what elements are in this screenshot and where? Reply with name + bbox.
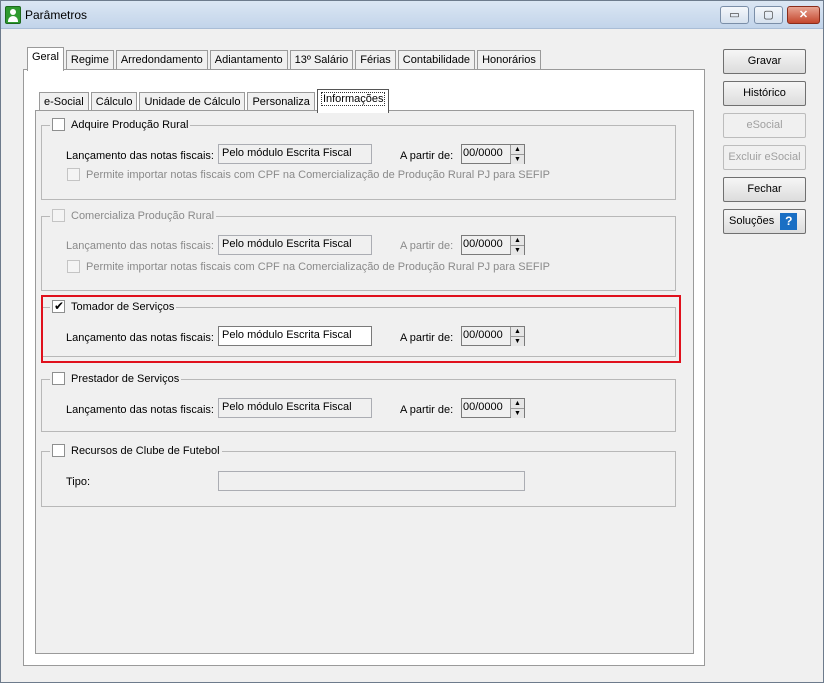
maximize-button[interactable]: ▢: [754, 6, 783, 24]
group-comercializa-title: Comercializa Produção Rural: [50, 209, 217, 222]
comercializa-lancamento-field[interactable]: Pelo módulo Escrita Fiscal: [218, 235, 372, 255]
window-title: Parâmetros: [25, 8, 88, 22]
comercializa-partir-spinner[interactable]: 00/0000 ▲ ▼: [461, 235, 525, 255]
comercializa-permite-row: Permite importar notas fiscais com CPF n…: [67, 260, 550, 273]
spin-up-icon[interactable]: ▲: [511, 145, 524, 154]
tab-regime[interactable]: Regime: [65, 50, 114, 71]
comercializa-producao-checkbox[interactable]: [52, 209, 65, 222]
title-bar: Parâmetros ▭ ▢ ✕: [1, 1, 823, 29]
spin-down-icon[interactable]: ▼: [511, 245, 524, 255]
prestador-partir-label: A partir de:: [400, 404, 454, 416]
prestador-partir-value: 00/0000: [463, 401, 503, 413]
fechar-button[interactable]: Fechar: [723, 177, 806, 202]
tab-honorarios[interactable]: Honorários: [477, 50, 541, 71]
excluir-esocial-button[interactable]: Excluir eSocial: [723, 145, 806, 170]
comercializa-lancamento-label: Lançamento das notas fiscais:: [66, 240, 214, 252]
app-user-icon: [5, 6, 21, 24]
comercializa-permite-label: Permite importar notas fiscais com CPF n…: [86, 260, 551, 273]
clube-tipo-label: Tipo:: [66, 476, 91, 488]
esocial-button[interactable]: eSocial: [723, 113, 806, 138]
adquire-permite-label: Permite importar notas fiscais com CPF n…: [86, 168, 551, 181]
comercializa-partir-value: 00/0000: [463, 238, 503, 250]
adquire-permite-row: Permite importar notas fiscais com CPF n…: [67, 168, 550, 181]
tab-geral[interactable]: Geral: [27, 47, 64, 71]
adquire-partir-spinner[interactable]: 00/0000 ▲ ▼: [461, 144, 525, 164]
clube-tipo-field[interactable]: [218, 471, 525, 491]
adquire-permite-checkbox[interactable]: [67, 168, 80, 181]
adquire-lancamento-field[interactable]: Pelo módulo Escrita Fiscal: [218, 144, 372, 164]
comercializa-producao-label: Comercializa Produção Rural: [71, 209, 215, 222]
prestador-servicos-label: Prestador de Serviços: [71, 372, 180, 385]
group-prestador-title: Prestador de Serviços: [50, 372, 182, 385]
prestador-lancamento-field[interactable]: Pelo módulo Escrita Fiscal: [218, 398, 372, 418]
tab-informacoes[interactable]: Informações: [316, 89, 390, 113]
tab-informacoes-label: Informações: [320, 92, 386, 106]
solucoes-button[interactable]: Soluções?: [723, 209, 806, 234]
highlight-box: [41, 295, 681, 363]
spin-down-icon[interactable]: ▼: [511, 408, 524, 418]
spin-down-icon[interactable]: ▼: [511, 154, 524, 164]
minimize-button[interactable]: ▭: [720, 6, 749, 24]
outer-tabstrip: Geral Regime Arredondamento Adiantamento…: [27, 47, 543, 71]
historico-button[interactable]: Histórico: [723, 81, 806, 106]
adquire-lancamento-label: Lançamento das notas fiscais:: [66, 150, 214, 162]
spin-up-icon[interactable]: ▲: [511, 399, 524, 408]
comercializa-partir-label: A partir de:: [400, 240, 454, 252]
parametros-window: Parâmetros ▭ ▢ ✕ Geral Regime Arredondam…: [0, 0, 824, 683]
group-adquire-title: Adquire Produção Rural: [50, 118, 191, 131]
adquire-partir-label: A partir de:: [400, 150, 454, 162]
adquire-spin-arrows: ▲ ▼: [510, 145, 524, 164]
prestador-servicos-checkbox[interactable]: [52, 372, 65, 385]
tab-contabilidade[interactable]: Contabilidade: [397, 50, 476, 71]
clube-futebol-checkbox[interactable]: [52, 444, 65, 457]
adquire-partir-value: 00/0000: [463, 147, 503, 159]
tab-arredondamento[interactable]: Arredondamento: [115, 50, 208, 71]
help-icon: ?: [780, 212, 798, 230]
prestador-spin-arrows: ▲ ▼: [510, 399, 524, 418]
close-window-button[interactable]: ✕: [787, 6, 820, 24]
group-clube-title: Recursos de Clube de Futebol: [50, 444, 222, 457]
clube-futebol-label: Recursos de Clube de Futebol: [71, 444, 220, 457]
prestador-lancamento-label: Lançamento das notas fiscais:: [66, 404, 214, 416]
gravar-button[interactable]: Gravar: [723, 49, 806, 74]
adquire-producao-checkbox[interactable]: [52, 118, 65, 131]
comercializa-permite-checkbox[interactable]: [67, 260, 80, 273]
spin-up-icon[interactable]: ▲: [511, 236, 524, 245]
tab-ferias[interactable]: Férias: [355, 50, 396, 71]
adquire-producao-label: Adquire Produção Rural: [71, 118, 189, 131]
comercializa-spin-arrows: ▲ ▼: [510, 236, 524, 255]
tab-adiantamento[interactable]: Adiantamento: [209, 50, 288, 71]
tab-13-salario[interactable]: 13º Salário: [289, 50, 354, 71]
prestador-partir-spinner[interactable]: 00/0000 ▲ ▼: [461, 398, 525, 418]
solucoes-label: Soluções: [729, 215, 775, 227]
